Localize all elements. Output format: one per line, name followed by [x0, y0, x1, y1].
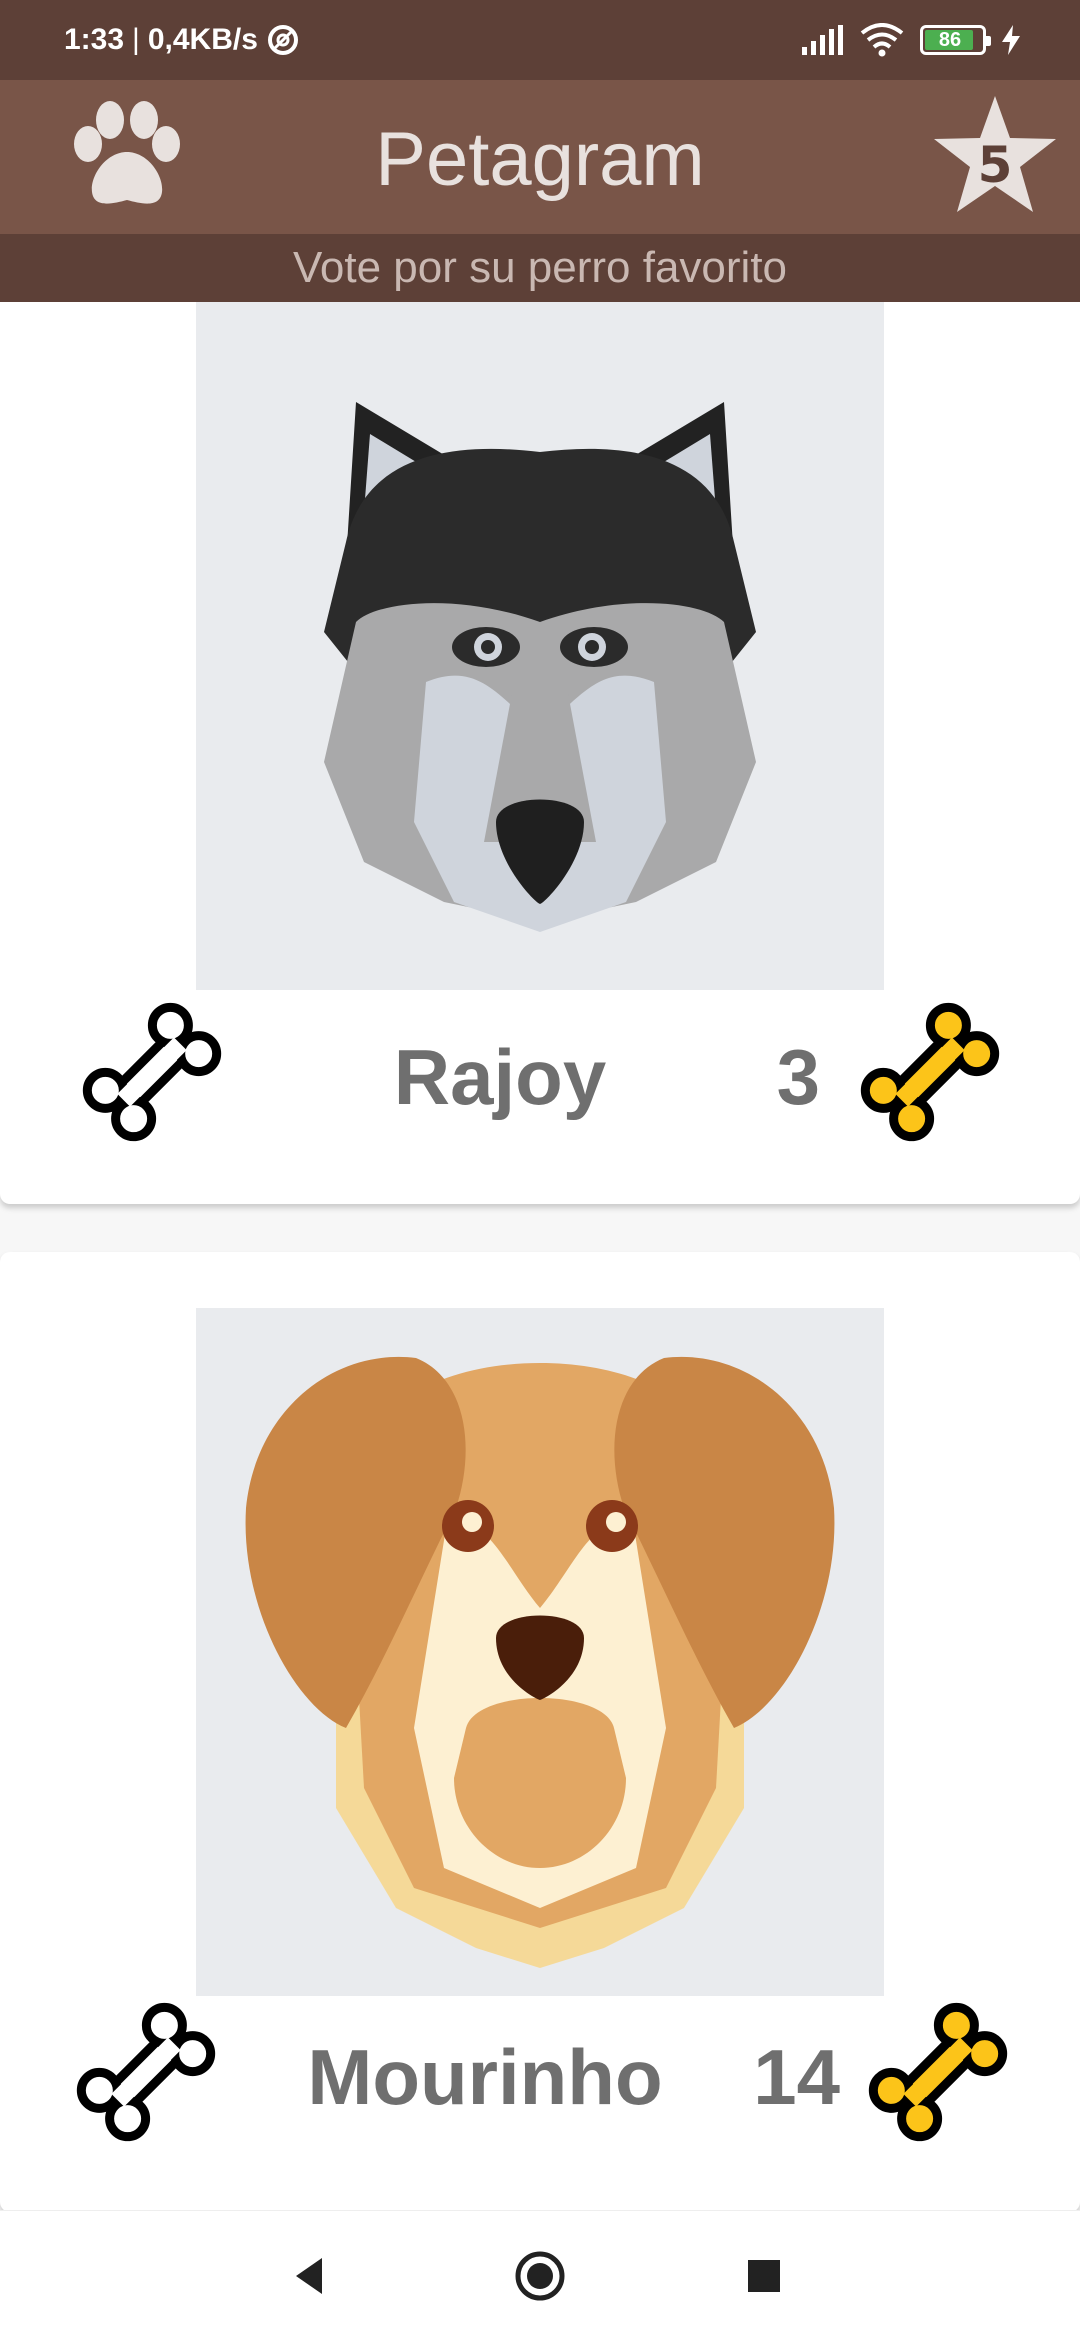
- likes-bone-icon-wrap: [850, 992, 1010, 1152]
- pet-name: Mourinho: [307, 2033, 663, 2121]
- status-time: 1:33: [64, 23, 125, 56]
- navigation-bar: [0, 2210, 1080, 2340]
- status-separator: |: [132, 23, 140, 56]
- pet-card: Mourinho 14: [0, 1252, 1080, 2210]
- pet-card: Rajoy 3: [0, 302, 1080, 1204]
- subtitle-text: Vote por su perro favorito: [292, 243, 788, 292]
- pet-photo-golden: [196, 1308, 884, 1996]
- bone-outline-icon: [76, 2002, 216, 2142]
- like-bone-button[interactable]: [66, 1992, 226, 2152]
- husky-illustration: [324, 402, 756, 932]
- status-right: 86: [802, 23, 1020, 57]
- home-button[interactable]: [510, 2246, 570, 2306]
- app-title: Petagram: [375, 117, 705, 202]
- battery-icon: 86: [920, 25, 991, 55]
- bone-filled-icon: [868, 2002, 1008, 2142]
- wifi-icon: [860, 23, 904, 57]
- bone-outline-icon: [82, 1002, 222, 1142]
- back-button[interactable]: [282, 2246, 342, 2306]
- golden-dog-illustration: [245, 1356, 835, 1968]
- pet-photo-husky: [196, 302, 884, 990]
- signal-icon: [802, 25, 843, 55]
- favorites-count: 5: [977, 136, 1013, 194]
- like-bone-button[interactable]: [72, 992, 232, 1152]
- bone-filled-icon: [860, 1002, 1000, 1142]
- app-bar: Petagram 5: [0, 80, 1080, 234]
- recents-button[interactable]: [734, 2246, 794, 2306]
- home-icon: [515, 2251, 565, 2301]
- status-bar: 1:33 | 0,4KB/s 86: [0, 0, 1080, 80]
- recents-icon: [748, 2260, 780, 2292]
- network-speed: 0,4KB/s: [147, 23, 258, 56]
- charging-icon: [1002, 25, 1020, 55]
- favorites-button[interactable]: 5: [930, 94, 1060, 220]
- pet-likes: 3: [776, 1033, 820, 1121]
- battery-level: 86: [938, 29, 962, 51]
- pet-likes: 14: [753, 2033, 840, 2121]
- data-saver-icon: [267, 25, 298, 55]
- status-left: 1:33 | 0,4KB/s: [64, 23, 300, 57]
- likes-bone-icon-wrap: [858, 1992, 1018, 2152]
- back-icon: [296, 2258, 322, 2294]
- subtitle-bar: Vote por su perro favorito: [0, 234, 1080, 302]
- pet-name: Rajoy: [393, 1033, 607, 1121]
- pet-list[interactable]: Rajoy 3 Mourinho 14: [0, 302, 1080, 2210]
